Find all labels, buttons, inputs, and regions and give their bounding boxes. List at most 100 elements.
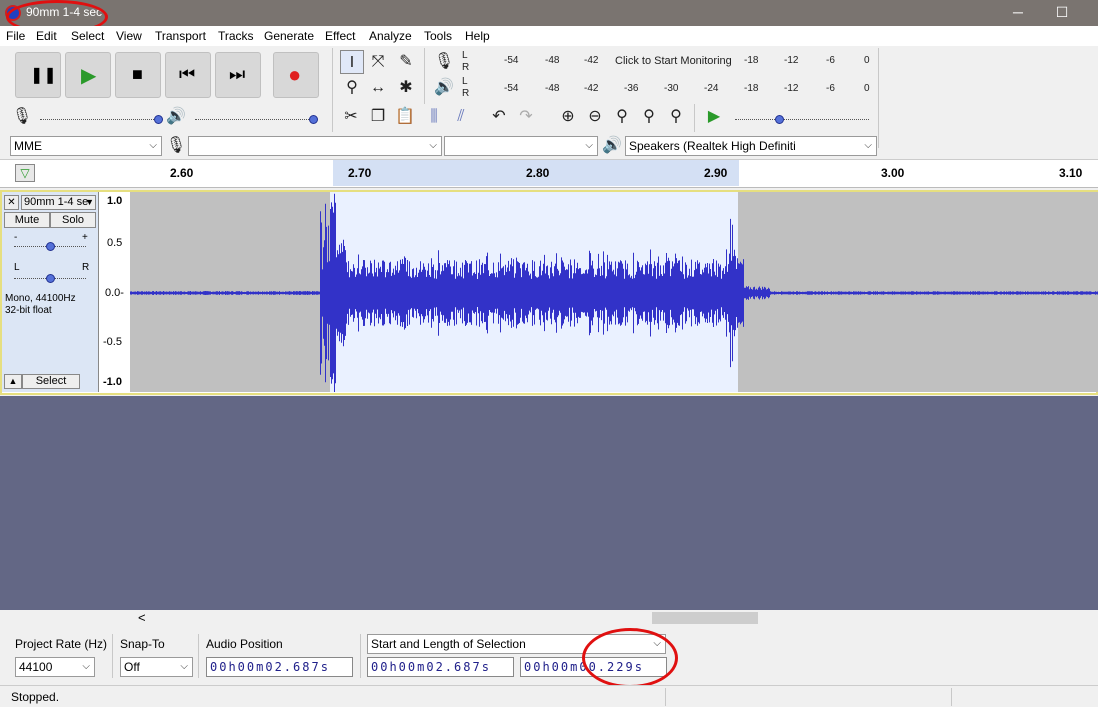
selection-start-field[interactable]: 00h00m02.687s <box>367 657 514 677</box>
record-button[interactable]: ● <box>273 52 319 98</box>
undo-icon[interactable]: ↶ <box>487 105 511 129</box>
copy-icon[interactable]: ❐ <box>366 105 390 129</box>
project-rate-value: 44100 <box>19 660 53 674</box>
playback-volume-slider[interactable] <box>195 119 313 120</box>
mute-button[interactable]: Mute <box>4 212 50 228</box>
chevron-down-icon: ⌵ <box>149 140 157 151</box>
pan-slider-thumb[interactable] <box>46 274 55 283</box>
zoom-toggle-icon[interactable]: ⚲ <box>664 105 688 129</box>
menu-generate[interactable]: Generate <box>264 29 314 43</box>
menu-tools[interactable]: Tools <box>424 29 452 43</box>
solo-label: Solo <box>61 214 85 226</box>
separator <box>951 688 952 706</box>
pause-button[interactable]: ❚❚ <box>15 52 61 98</box>
play-speed-slider[interactable] <box>735 119 869 120</box>
track-name-menu[interactable]: 90mm 1-4 se ▼ <box>21 195 96 210</box>
envelope-tool-icon[interactable]: ⤧ <box>366 50 390 74</box>
close-track-button[interactable]: ✕ <box>4 195 19 210</box>
menu-tracks[interactable]: Tracks <box>218 29 254 43</box>
horizontal-scrollbar[interactable]: < <box>0 610 1098 626</box>
zoom-in-icon[interactable]: ⊕ <box>556 105 580 129</box>
silence-audio-icon[interactable]: ⫽ <box>449 105 473 129</box>
gain-slider-thumb[interactable] <box>46 242 55 251</box>
skip-to-start-button[interactable]: ⏮ <box>165 52 211 98</box>
menu-select[interactable]: Select <box>71 29 104 43</box>
recording-channels-select[interactable]: ⌵ <box>444 136 598 156</box>
audio-position-field[interactable]: 00h00m02.687s <box>206 657 353 677</box>
play-button[interactable]: ▶ <box>65 52 111 98</box>
zoom-out-icon[interactable]: ⊖ <box>583 105 607 129</box>
meter-tick: -6 <box>826 83 835 94</box>
track-format-info: Mono, 44100Hz <box>5 293 76 304</box>
menu-edit[interactable]: Edit <box>36 29 57 43</box>
menu-file[interactable]: File <box>6 29 25 43</box>
meter-tick: -48 <box>545 55 560 66</box>
select-track-button[interactable]: Select <box>22 374 80 389</box>
audio-host-select[interactable]: MME ⌵ <box>10 136 162 156</box>
microphone-icon[interactable]: 🎙 <box>432 50 456 74</box>
waveform <box>130 193 1098 392</box>
record-volume-slider[interactable] <box>40 119 158 120</box>
track-control-panel[interactable]: ✕ 90mm 1-4 se ▼ Mute Solo - + L R Mono, 4… <box>2 192 99 392</box>
menu-help[interactable]: Help <box>465 29 490 43</box>
meter-tick: -42 <box>584 83 599 94</box>
timeline-options-button[interactable]: ▽ <box>15 164 35 182</box>
snap-to-value: Off <box>124 660 140 674</box>
minimize-button[interactable]: ─ <box>1006 3 1030 21</box>
separator <box>332 48 333 104</box>
timeline-ruler[interactable]: ▽ 2.60 2.70 2.80 2.90 3.00 3.10 <box>0 160 1098 188</box>
snap-to-label: Snap-To <box>120 637 165 651</box>
selection-start-value: 00h00m02.687s <box>371 660 491 674</box>
scroll-left-icon[interactable]: < <box>138 610 146 625</box>
recording-device-select[interactable]: ⌵ <box>188 136 442 156</box>
fit-selection-icon[interactable]: ⚲ <box>610 105 634 129</box>
zoom-tool-icon[interactable]: ⚲ <box>340 76 364 100</box>
empty-track-area[interactable] <box>0 396 1098 610</box>
chevron-down-icon: ⌵ <box>429 140 437 151</box>
record-volume-thumb[interactable] <box>154 115 163 124</box>
cut-icon[interactable]: ✂ <box>339 105 363 129</box>
ruler-tick-label: 2.60 <box>170 166 194 180</box>
scrollbar-thumb[interactable] <box>652 612 758 624</box>
record-icon: ● <box>288 62 302 87</box>
fit-project-icon[interactable]: ⚲ <box>637 105 661 129</box>
maximize-button[interactable]: ☐ <box>1050 3 1074 21</box>
stop-button[interactable]: ■ <box>115 52 161 98</box>
snap-to-select[interactable]: Off ⌵ <box>120 657 193 677</box>
skip-to-end-button[interactable]: ⏭ <box>215 52 261 98</box>
menu-effect[interactable]: Effect <box>325 29 355 43</box>
trim-audio-icon[interactable]: ⫼ <box>422 105 446 129</box>
speaker-icon[interactable]: 🔊 <box>432 76 456 100</box>
menu-view[interactable]: View <box>116 29 142 43</box>
amplitude-label: 0.5 <box>107 237 123 249</box>
timeshift-tool-icon[interactable]: ↔ <box>366 76 390 100</box>
collapse-track-button[interactable]: ▲ <box>4 374 22 389</box>
playback-device-icon: 🔊 <box>602 137 622 154</box>
paste-icon[interactable]: 📋 <box>393 105 417 129</box>
playback-volume-thumb[interactable] <box>309 115 318 124</box>
menu-analyze[interactable]: Analyze <box>369 29 412 43</box>
click-to-start-monitoring[interactable]: Click to Start Monitoring <box>615 55 732 67</box>
selection-tool-icon[interactable]: I <box>340 50 364 74</box>
playback-device-value: Speakers (Realtek High Definiti <box>629 139 796 153</box>
separator <box>112 634 113 678</box>
chevron-down-icon: ⌵ <box>180 661 188 672</box>
amplitude-ruler[interactable]: 1.0 0.5 0.0- -0.5 -1.0 <box>99 192 130 392</box>
play-at-speed-icon[interactable]: ▶ <box>702 105 726 129</box>
draw-tool-icon[interactable]: ✎ <box>394 50 418 74</box>
track-name: 90mm 1-4 se <box>24 196 89 208</box>
play-speed-thumb[interactable] <box>775 115 784 124</box>
redo-icon[interactable]: ↷ <box>514 105 538 129</box>
solo-button[interactable]: Solo <box>50 212 96 228</box>
playback-device-select[interactable]: Speakers (Realtek High Definiti ⌵ <box>625 136 877 156</box>
toolbar-area: ❚❚ ▶ ■ ⏮ ⏭ ● I ⤧ ✎ ⚲ ↔ ✱ 🎙 🔊 L R L R -54… <box>0 46 1098 160</box>
selection-mode-value: Start and Length of Selection <box>371 637 526 651</box>
pan-left-label: L <box>14 262 20 273</box>
project-rate-select[interactable]: 44100 ⌵ <box>15 657 95 677</box>
separator <box>198 634 199 678</box>
separator <box>878 48 879 148</box>
ruler-tick-label: 2.90 <box>704 166 728 180</box>
separator <box>332 104 333 132</box>
multi-tool-icon[interactable]: ✱ <box>394 76 418 100</box>
menu-transport[interactable]: Transport <box>155 29 206 43</box>
